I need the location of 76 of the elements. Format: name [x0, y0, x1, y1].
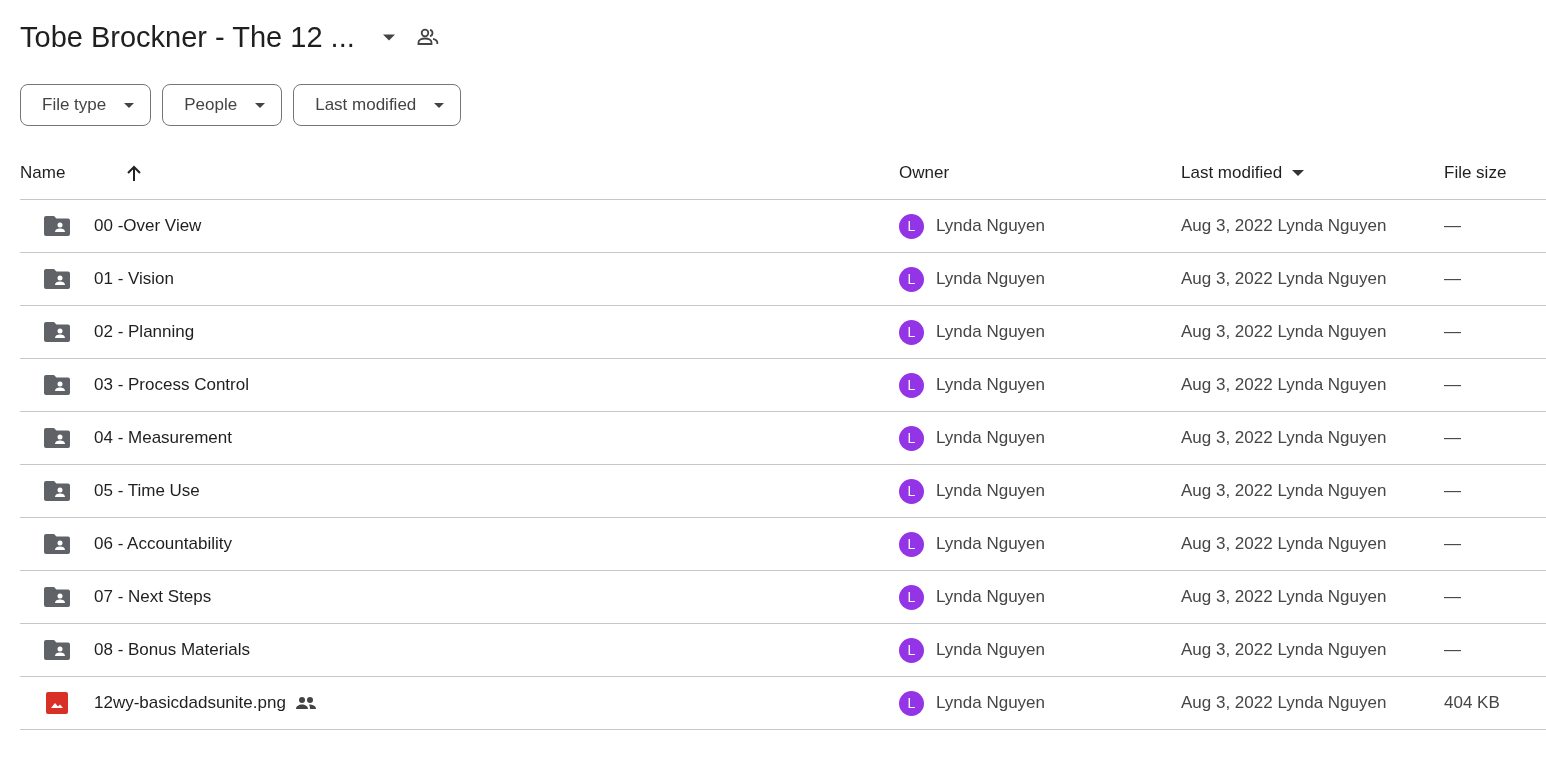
owner-name: Lynda Nguyen: [936, 322, 1045, 342]
shared-folder-icon: [44, 322, 70, 342]
caret-icon: [255, 102, 266, 108]
filter-dropdown[interactable]: Last modified: [293, 84, 462, 126]
shared-folder-icon: [44, 216, 70, 236]
file-size: —: [1444, 269, 1461, 289]
caret-icon: [434, 102, 445, 108]
modified-date: Aug 3, 2022 Lynda Nguyen: [1181, 587, 1387, 607]
owner-name: Lynda Nguyen: [936, 428, 1045, 448]
sort-descending-icon[interactable]: [1292, 169, 1305, 176]
modified-date: Aug 3, 2022 Lynda Nguyen: [1181, 534, 1387, 554]
file-name[interactable]: 06 - Accountability: [94, 534, 232, 554]
file-size: —: [1444, 428, 1461, 448]
modified-date: Aug 3, 2022 Lynda Nguyen: [1181, 322, 1387, 342]
shared-folder-icon: [44, 587, 70, 607]
owner-avatar: L: [899, 690, 924, 716]
file-size: —: [1444, 587, 1461, 607]
owner-name: Lynda Nguyen: [936, 375, 1045, 395]
owner-avatar: L: [899, 637, 924, 663]
modified-date: Aug 3, 2022 Lynda Nguyen: [1181, 375, 1387, 395]
dropdown-caret-icon[interactable]: [382, 33, 395, 41]
file-size: —: [1444, 481, 1461, 501]
filter-dropdown[interactable]: File type: [20, 84, 152, 126]
file-size: —: [1444, 216, 1461, 236]
file-size: —: [1444, 375, 1461, 395]
owner-name: Lynda Nguyen: [936, 481, 1045, 501]
owner-name: Lynda Nguyen: [936, 640, 1045, 660]
owner-name: Lynda Nguyen: [936, 269, 1045, 289]
file-name[interactable]: 02 - Planning: [94, 322, 195, 342]
owner-name: Lynda Nguyen: [936, 693, 1045, 713]
column-header[interactable]: File size: [1444, 162, 1507, 183]
shared-folder-icon: [44, 534, 70, 554]
owner-name: Lynda Nguyen: [936, 587, 1045, 607]
column-header[interactable]: Last modified: [1181, 162, 1283, 183]
modified-date: Aug 3, 2022 Lynda Nguyen: [1181, 269, 1387, 289]
file-name[interactable]: 03 - Process Control: [94, 375, 249, 395]
owner-name: Lynda Nguyen: [936, 216, 1045, 236]
file-name[interactable]: 00 -Over View: [94, 216, 202, 236]
file-size: —: [1444, 322, 1461, 342]
owner-avatar: L: [899, 213, 924, 239]
owner-name: Lynda Nguyen: [936, 534, 1045, 554]
modified-date: Aug 3, 2022 Lynda Nguyen: [1181, 640, 1387, 660]
file-size: —: [1444, 534, 1461, 554]
owner-avatar: L: [899, 319, 924, 345]
modified-date: Aug 3, 2022 Lynda Nguyen: [1181, 216, 1387, 236]
modified-date: Aug 3, 2022 Lynda Nguyen: [1181, 428, 1387, 448]
modified-date: Aug 3, 2022 Lynda Nguyen: [1181, 693, 1387, 713]
owner-avatar: L: [899, 478, 924, 504]
shared-folder-icon: [44, 428, 70, 448]
people-icon[interactable]: [416, 28, 439, 46]
file-name[interactable]: 08 - Bonus Materials: [94, 640, 250, 660]
shared-people-icon: [295, 697, 316, 709]
owner-avatar: L: [899, 531, 924, 557]
caret-icon: [124, 102, 135, 108]
shared-folder-icon: [44, 269, 70, 289]
file-name[interactable]: 12wy-basicdadsunite.png: [94, 693, 286, 713]
shared-folder-icon: [44, 640, 70, 660]
folder-title: Tobe Brockner - The 12 ...: [20, 20, 355, 54]
file-name[interactable]: 07 - Next Steps: [94, 587, 212, 607]
file-name[interactable]: 01 - Vision: [94, 269, 174, 289]
owner-avatar: L: [899, 425, 924, 451]
image-file-icon: [44, 692, 70, 714]
column-header[interactable]: Name: [20, 162, 66, 183]
column-header[interactable]: Owner: [899, 162, 950, 183]
shared-folder-icon: [44, 481, 70, 501]
filter-dropdown[interactable]: People: [162, 84, 283, 126]
owner-avatar: L: [899, 584, 924, 610]
shared-folder-icon: [44, 375, 70, 395]
file-name[interactable]: 05 - Time Use: [94, 481, 200, 501]
owner-avatar: L: [899, 372, 924, 398]
modified-date: Aug 3, 2022 Lynda Nguyen: [1181, 481, 1387, 501]
owner-avatar: L: [899, 266, 924, 292]
file-size: 404 KB: [1444, 693, 1500, 713]
file-name[interactable]: 04 - Measurement: [94, 428, 232, 448]
sort-ascending-icon[interactable]: [127, 164, 142, 181]
file-size: —: [1444, 640, 1461, 660]
